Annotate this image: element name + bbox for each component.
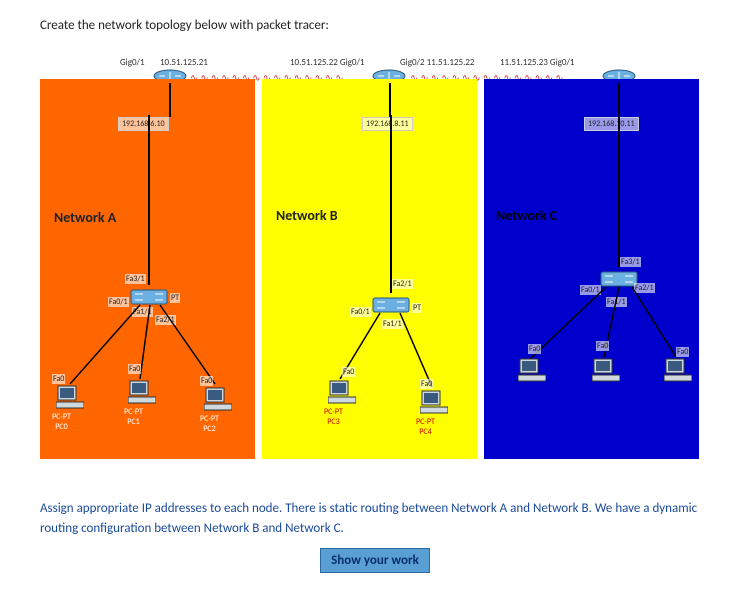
pc1 (128, 379, 156, 405)
pc2-label: PC-PTPC2 (200, 414, 219, 434)
pc0-label: PC-PTPC0 (52, 412, 71, 432)
pc7 (664, 357, 692, 383)
pc2-fa0: Fa0 (200, 376, 213, 386)
pc5 (518, 357, 546, 383)
pc0-fa0: Fa0 (52, 374, 65, 384)
r3-left: 11.51.125.23 Gig0/1 (500, 57, 574, 68)
wire (389, 83, 391, 117)
pc6-fa0: Fa0 (596, 341, 609, 351)
pc0 (56, 384, 84, 410)
topology-diagram: ∿∿∿∿∿∿∿∿∿∿∿∿∿∿∿ ∿∿∿∿∿∿∿∿∿∿∿∿∿∿∿ Gig0/1 1… (40, 49, 710, 469)
pc7-fa0: Fa0 (676, 347, 689, 357)
pc3 (328, 379, 356, 405)
instruction-text: Create the network topology below with p… (40, 18, 710, 33)
wire (169, 83, 171, 117)
r2-left: 10.51.125.22 Gig0/1 (290, 57, 364, 68)
pc6 (592, 357, 620, 383)
assignment-text: Assign appropriate IP addresses to each … (40, 499, 710, 538)
pc3-fa0: Fa0 (342, 367, 355, 377)
pc5-fa0: Fa0 (528, 344, 541, 354)
pc4-label: PC-PTPC4 (416, 417, 435, 437)
r2-right: Gig0/2 11.51.125.22 (400, 57, 474, 68)
network-b-panel: Network B 192.168.8.11 Fa2/1 Fa0/1 PT Fa… (262, 79, 477, 459)
pc1-label: PC-PTPC1 (124, 407, 143, 427)
show-your-work-button[interactable]: Show your work (320, 548, 430, 573)
pc1-fa0: Fa0 (128, 364, 141, 374)
wires-c (484, 79, 699, 459)
network-c-panel: Network C 192.168.10.11 Fa3/1 Fa0/1 Fa2/… (484, 79, 699, 459)
wire (618, 83, 620, 117)
pc4-fa0: Fa0 (420, 379, 433, 389)
r1-gig01: Gig0/1 (120, 57, 145, 68)
pc3-label: PC-PTPC3 (324, 407, 343, 427)
network-a-panel: Network A 192.168.6.10 Fa3/1 Fa0/1 PT Fa… (40, 79, 255, 459)
pc4 (420, 389, 448, 415)
pc2 (204, 386, 232, 412)
r1-ip: 10.51.125.21 (160, 57, 208, 68)
